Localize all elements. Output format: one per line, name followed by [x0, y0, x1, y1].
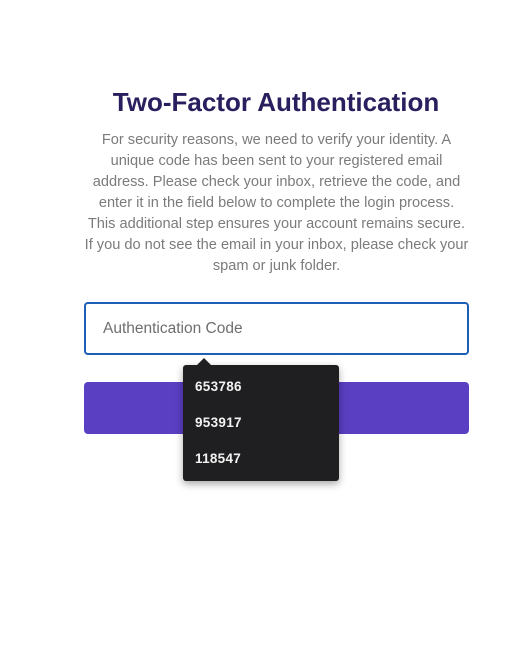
autofill-suggestions-popup: 653786 953917 118547 [183, 358, 339, 481]
authentication-code-input[interactable] [84, 302, 469, 355]
autofill-suggestion[interactable]: 653786 [183, 369, 339, 405]
page-title: Two-Factor Authentication [112, 87, 440, 117]
autofill-suggestion[interactable]: 118547 [183, 441, 339, 477]
popup-arrow [197, 358, 211, 365]
autofill-suggestion[interactable]: 953917 [183, 405, 339, 441]
page-description: For security reasons, we need to verify … [84, 132, 469, 274]
two-factor-page: Two-Factor Authentication For security r… [0, 0, 512, 665]
